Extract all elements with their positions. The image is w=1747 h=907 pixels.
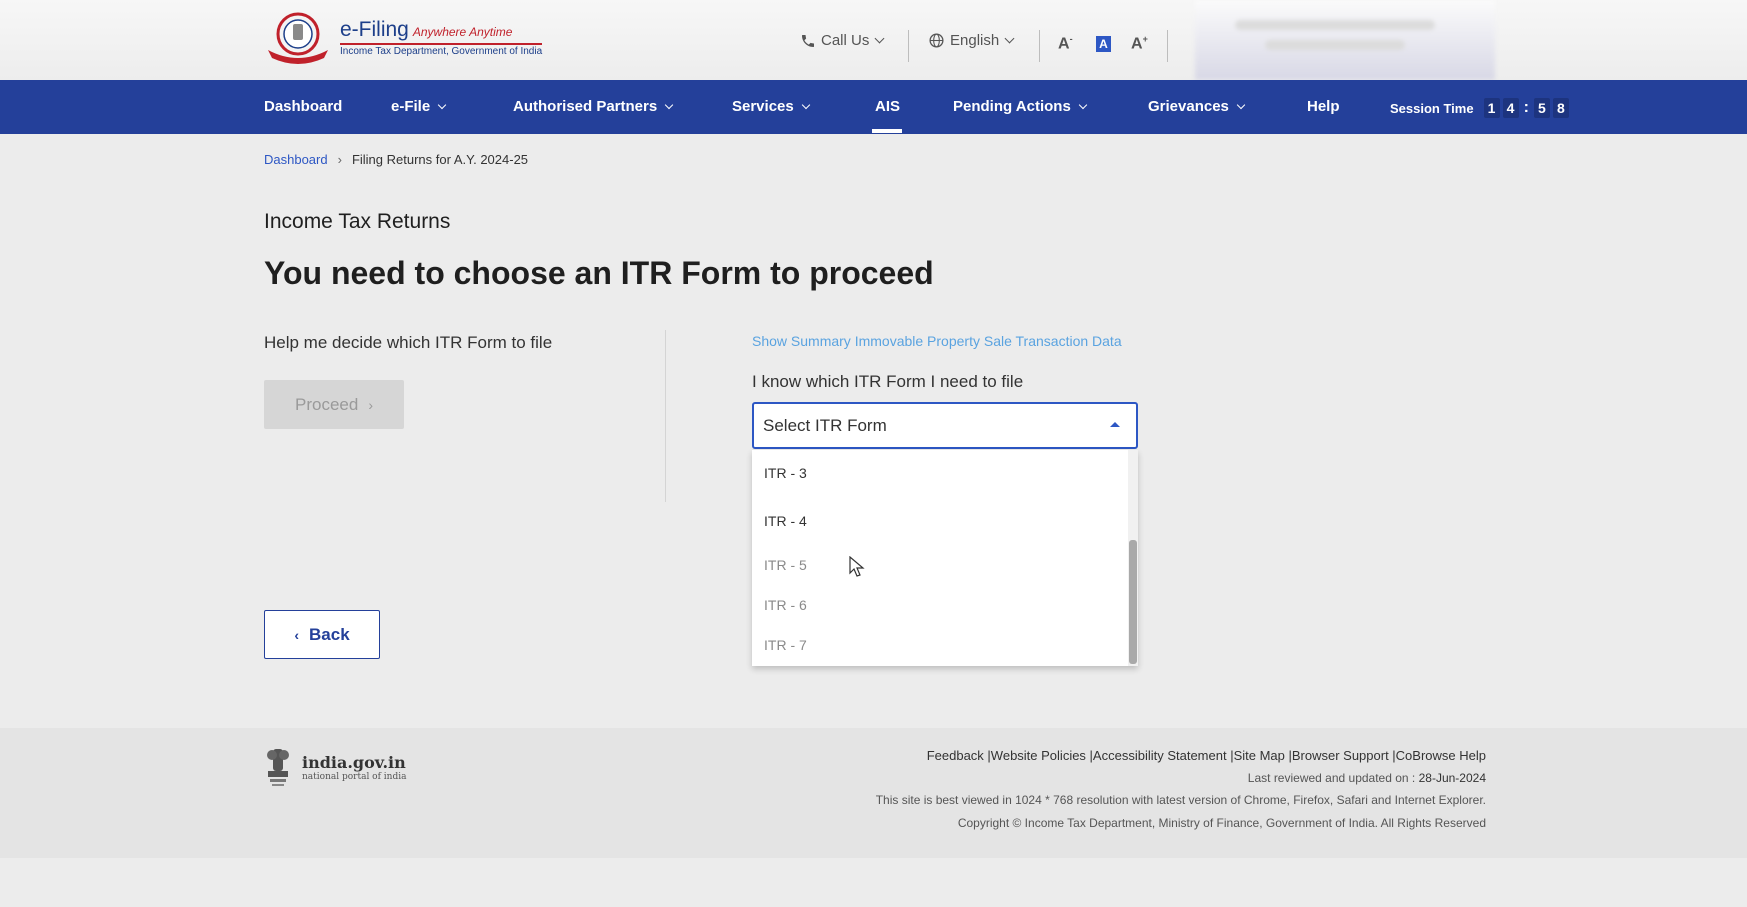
nav-item-authorised-partners[interactable]: Authorised Partners bbox=[513, 98, 674, 115]
gov-name: india.gov.in bbox=[302, 752, 406, 772]
dropdown-option-itr-6[interactable]: ITR - 6 bbox=[764, 597, 807, 613]
dropdown-scrollbar-thumb[interactable] bbox=[1129, 540, 1137, 664]
dropdown-option-itr-4[interactable]: ITR - 4 bbox=[764, 513, 807, 529]
nav-item-ais[interactable]: AIS bbox=[875, 98, 900, 115]
chevron-down-icon bbox=[1236, 100, 1246, 109]
globe-icon bbox=[929, 33, 944, 48]
itr-form-dropdown-list: ITR - 3 ITR - 4 ITR - 5 ITR - 6 ITR - 7 bbox=[752, 450, 1138, 666]
session-label: Session Time bbox=[1390, 100, 1474, 116]
chevron-down-icon bbox=[437, 100, 447, 109]
logo-title: e-Filing bbox=[340, 18, 409, 41]
select-placeholder: Select ITR Form bbox=[763, 415, 887, 435]
chevron-down-icon bbox=[1004, 33, 1015, 44]
column-divider bbox=[665, 330, 666, 502]
nav-item-dashboard[interactable]: Dashboard bbox=[264, 98, 342, 115]
nav-item-pending-actions[interactable]: Pending Actions bbox=[953, 98, 1088, 115]
chevron-right-icon: › bbox=[337, 152, 342, 167]
india-gov-logo[interactable]: india.gov.in national portal of india bbox=[264, 745, 406, 789]
session-timer: Session Time 1 4 : 5 8 bbox=[1390, 98, 1569, 118]
breadcrumb: Dashboard › Filing Returns for A.Y. 2024… bbox=[264, 152, 528, 167]
nav-active-indicator bbox=[872, 129, 902, 133]
language-dropdown[interactable]: English bbox=[928, 32, 1015, 49]
caret-up-icon bbox=[1110, 422, 1120, 427]
session-digit: 5 bbox=[1533, 98, 1550, 118]
language-label: English bbox=[950, 32, 1000, 49]
nav-item-efile[interactable]: e-File bbox=[391, 98, 447, 115]
call-us-label: Call Us bbox=[821, 32, 870, 49]
best-viewed-note: This site is best viewed in 1024 * 768 r… bbox=[875, 793, 1486, 807]
session-digit: 8 bbox=[1552, 98, 1569, 118]
blurred-user-area bbox=[1195, 0, 1495, 80]
mouse-cursor-icon bbox=[849, 555, 865, 583]
last-reviewed: Last reviewed and updated on : 28-Jun-20… bbox=[1247, 771, 1486, 785]
gov-subtitle: national portal of india bbox=[302, 771, 407, 782]
chevron-down-icon bbox=[801, 100, 810, 109]
last-reviewed-date: 28-Jun-2024 bbox=[1418, 771, 1486, 785]
phone-icon bbox=[802, 34, 814, 47]
chevron-right-icon: › bbox=[368, 396, 373, 413]
font-reset-button[interactable]: A bbox=[1096, 36, 1111, 52]
proceed-button[interactable]: Proceed › bbox=[264, 380, 404, 429]
nav-item-services[interactable]: Services bbox=[732, 98, 810, 115]
dropdown-option-itr-7[interactable]: ITR - 7 bbox=[764, 637, 807, 653]
nav-item-help[interactable]: Help bbox=[1307, 98, 1340, 115]
page-title: You need to choose an ITR Form to procee… bbox=[264, 255, 934, 291]
emblem-icon bbox=[262, 12, 334, 64]
session-digit: 1 bbox=[1483, 98, 1500, 118]
session-digit: 4 bbox=[1502, 98, 1519, 118]
divider bbox=[1167, 30, 1168, 62]
nav-item-grievances[interactable]: Grievances bbox=[1148, 98, 1246, 115]
summary-property-sale-link[interactable]: Show Summary Immovable Property Sale Tra… bbox=[752, 333, 1122, 349]
chevron-down-icon bbox=[1078, 100, 1088, 109]
logo-subtitle: Income Tax Department, Government of Ind… bbox=[340, 43, 543, 57]
chevron-left-icon: ‹ bbox=[294, 626, 300, 643]
section-title: Income Tax Returns bbox=[264, 210, 451, 233]
call-us-dropdown[interactable]: Call Us bbox=[800, 32, 885, 49]
breadcrumb-current: Filing Returns for A.Y. 2024-25 bbox=[351, 152, 529, 167]
national-emblem-icon bbox=[267, 749, 289, 786]
breadcrumb-dashboard-link[interactable]: Dashboard bbox=[264, 152, 328, 167]
chevron-down-icon bbox=[874, 33, 885, 44]
dropdown-option-itr-5[interactable]: ITR - 5 bbox=[764, 557, 807, 573]
back-button[interactable]: ‹ Back bbox=[264, 610, 380, 659]
copyright: Copyright © Income Tax Department, Minis… bbox=[957, 816, 1486, 830]
chevron-down-icon bbox=[664, 100, 674, 109]
dropdown-option-itr-3[interactable]: ITR - 3 bbox=[764, 465, 807, 481]
font-decrease-button[interactable]: A- bbox=[1058, 34, 1073, 53]
help-decide-text: Help me decide which ITR Form to file bbox=[264, 333, 553, 352]
itr-form-select[interactable]: Select ITR Form bbox=[752, 402, 1138, 449]
top-header: e-Filing Anywhere Anytime Income Tax Depa… bbox=[0, 0, 1747, 80]
dropdown-scrollbar[interactable] bbox=[1128, 450, 1138, 666]
footer-links[interactable]: Feedback |Website Policies |Accessibilit… bbox=[927, 748, 1486, 763]
main-nav: Dashboard e-File Authorised Partners Ser… bbox=[0, 80, 1747, 134]
divider bbox=[908, 30, 909, 62]
font-increase-button[interactable]: A+ bbox=[1131, 34, 1148, 53]
divider bbox=[1039, 30, 1040, 62]
know-itr-text: I know which ITR Form I need to file bbox=[752, 372, 1024, 391]
efiling-logo[interactable]: e-Filing Anywhere Anytime Income Tax Depa… bbox=[262, 12, 543, 64]
logo-tagline: Anywhere Anytime bbox=[412, 25, 513, 39]
